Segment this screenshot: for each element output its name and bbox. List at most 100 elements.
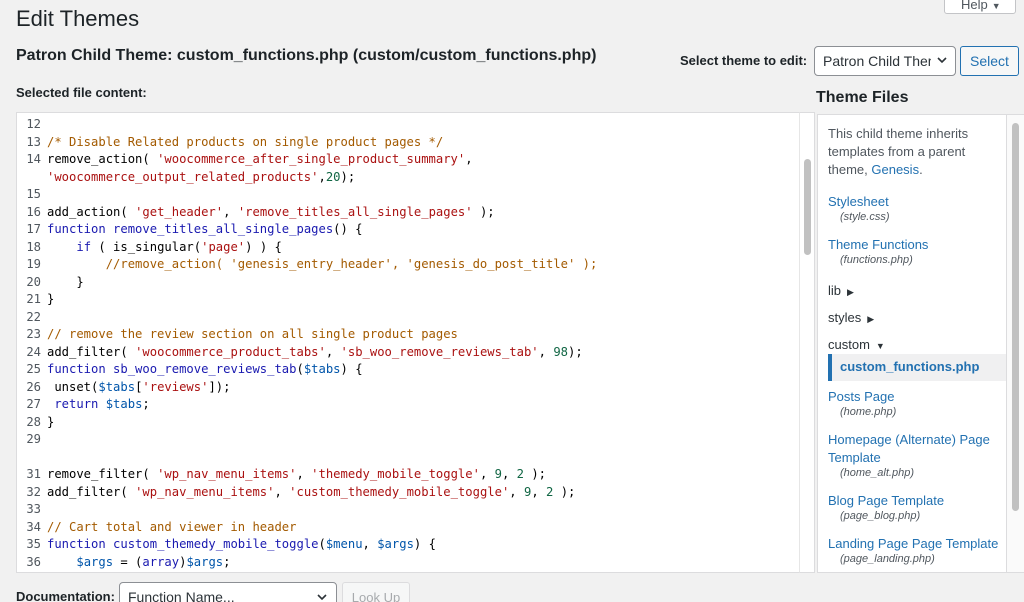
code-line[interactable]: 31 remove_filter( 'wp_nav_menu_items', 't…: [17, 466, 799, 484]
file-item-posts-page[interactable]: Posts Page (home.php): [828, 388, 896, 418]
line-number: 17: [26, 222, 41, 236]
code-token: ,: [325, 344, 341, 359]
line-number: 14: [26, 152, 41, 166]
code-token: // remove the review section on all sing…: [47, 327, 458, 341]
file-link[interactable]: Stylesheet: [828, 193, 890, 211]
code-line[interactable]: 17 function remove_titles_all_single_page…: [17, 221, 799, 239]
code-text: remove_action( 'woocommerce_after_single…: [47, 151, 473, 169]
code-line[interactable]: [17, 449, 799, 467]
code-line[interactable]: 14 remove_action( 'woocommerce_after_sing…: [17, 151, 799, 169]
code-token: unset(: [47, 379, 99, 394]
line-number: 20: [26, 274, 41, 289]
code-text: return $tabs;: [47, 396, 149, 414]
code-token: 'themedy_mobile_toggle': [311, 467, 480, 481]
page-title: Edit Themes: [16, 6, 140, 31]
code-line[interactable]: 23 // remove the review section on all si…: [17, 326, 799, 344]
code-token: 'page': [201, 239, 246, 254]
code-token: ,: [465, 152, 473, 166]
code-token: 'reviews': [142, 379, 209, 394]
code-line[interactable]: 20 }: [17, 274, 799, 292]
code-line[interactable]: 16 add_action( 'get_header', 'remove_titl…: [17, 204, 799, 222]
code-line[interactable]: 35 function custom_themedy_mobile_toggle(…: [17, 536, 799, 554]
file-link[interactable]: Posts Page: [828, 388, 896, 406]
code-line[interactable]: 13 /* Disable Related products on single …: [17, 134, 799, 152]
code-line[interactable]: 'woocommerce_output_related_products',20…: [17, 169, 799, 187]
theme-description-end: .: [919, 162, 923, 177]
file-link[interactable]: Landing Page Page Template: [828, 535, 998, 553]
dir-label: custom: [828, 337, 870, 352]
code-token: remove_action(: [47, 152, 158, 166]
code-token: 'woocommerce_after_single_product_summar…: [157, 152, 466, 166]
code-token: function: [47, 362, 114, 376]
code-line[interactable]: 36 $args = (array)$args;: [17, 554, 799, 572]
sidebar-scrollbar[interactable]: [1007, 114, 1024, 573]
theme-select[interactable]: Patron Child Theme: [814, 46, 956, 76]
file-item-stylesheet[interactable]: Stylesheet (style.css): [828, 193, 890, 223]
sidebar-scrollbar-thumb[interactable]: [1012, 123, 1019, 511]
code-token: = (: [113, 554, 143, 569]
code-line[interactable]: 18 if ( is_singular('page') ) {: [17, 239, 799, 257]
line-number: 22: [26, 309, 41, 324]
select-button[interactable]: Select: [960, 46, 1019, 76]
code-line[interactable]: 25 function sb_woo_remove_reviews_tab($ta…: [17, 361, 799, 379]
code-token: ,: [362, 537, 378, 551]
file-item-functions[interactable]: Theme Functions (functions.php): [828, 236, 928, 266]
dir-label: styles: [828, 310, 862, 325]
code-line[interactable]: 21}: [17, 291, 799, 309]
code-token: ,: [223, 204, 238, 219]
line-number: 21: [26, 292, 41, 306]
theme-files-title: Theme Files: [816, 89, 909, 106]
code-line[interactable]: 15: [17, 186, 799, 204]
file-item-landing-template[interactable]: Landing Page Page Template (page_landing…: [828, 535, 998, 565]
code-line[interactable]: 34 // Cart total and viewer in header: [17, 519, 799, 537]
code-token: 2: [516, 467, 524, 481]
editor-scrollbar[interactable]: [799, 112, 815, 573]
code-line[interactable]: 22: [17, 309, 799, 327]
code-line[interactable]: 19 //remove_action( 'genesis_entry_heade…: [17, 256, 799, 274]
code-token: add_filter(: [47, 344, 136, 359]
code-line[interactable]: 32 add_filter( 'wp_nav_menu_items', 'cust…: [17, 484, 799, 502]
line-number: 23: [26, 327, 41, 341]
editor-scrollbar-thumb[interactable]: [804, 159, 811, 255]
parent-theme-link[interactable]: Genesis: [871, 162, 919, 177]
file-name: (style.css): [840, 211, 890, 223]
dir-item-lib[interactable]: lib ▶: [828, 283, 854, 298]
code-token: 98: [553, 344, 569, 359]
code-line[interactable]: 12: [17, 116, 799, 134]
code-token: 20: [325, 169, 341, 184]
code-token: () {: [333, 222, 363, 236]
line-number: 16: [26, 204, 41, 219]
dir-item-styles[interactable]: styles ▶: [828, 310, 874, 325]
code-token: custom_themedy_mobile_toggle: [113, 537, 319, 551]
file-link[interactable]: Blog Page Template: [828, 492, 944, 510]
code-token: $tabs: [105, 397, 143, 411]
code-line[interactable]: 26 unset($tabs['reviews']);: [17, 379, 799, 397]
active-file-custom-functions[interactable]: custom_functions.php: [828, 354, 1006, 381]
code-line[interactable]: 27 return $tabs;: [17, 396, 799, 414]
function-name-select[interactable]: Function Name...: [119, 582, 337, 602]
code-token: ,: [479, 467, 495, 481]
code-token: sb_woo_remove_reviews_tab: [113, 362, 297, 376]
code-line[interactable]: 29: [17, 431, 799, 449]
help-button[interactable]: Help ▼: [944, 0, 1016, 14]
documentation-label: Documentation:: [16, 589, 115, 602]
code-line[interactable]: 33: [17, 501, 799, 519]
file-item-blog-template[interactable]: Blog Page Template (page_blog.php): [828, 492, 944, 522]
code-line[interactable]: 28}: [17, 414, 799, 432]
dir-item-custom[interactable]: custom ▼: [828, 337, 885, 352]
file-item-homepage-alt[interactable]: Homepage (Alternate) Page Template (home…: [828, 431, 1004, 479]
code-text: }: [47, 414, 54, 432]
file-link[interactable]: Homepage (Alternate) Page Template: [828, 431, 1004, 467]
file-link[interactable]: Theme Functions: [828, 236, 928, 254]
code-line[interactable]: 24 add_filter( 'woocommerce_product_tabs'…: [17, 344, 799, 362]
code-token: }: [47, 274, 84, 289]
line-number: 15: [26, 187, 41, 201]
code-token: ) {: [413, 537, 436, 551]
line-number: 26: [26, 379, 41, 394]
triangle-down-icon: ▼: [875, 341, 885, 351]
code-editor[interactable]: 12 13 /* Disable Related products on singl…: [16, 112, 799, 573]
look-up-button[interactable]: Look Up: [342, 582, 410, 602]
code-token: $tabs: [303, 362, 341, 376]
line-number: 36: [26, 554, 41, 569]
